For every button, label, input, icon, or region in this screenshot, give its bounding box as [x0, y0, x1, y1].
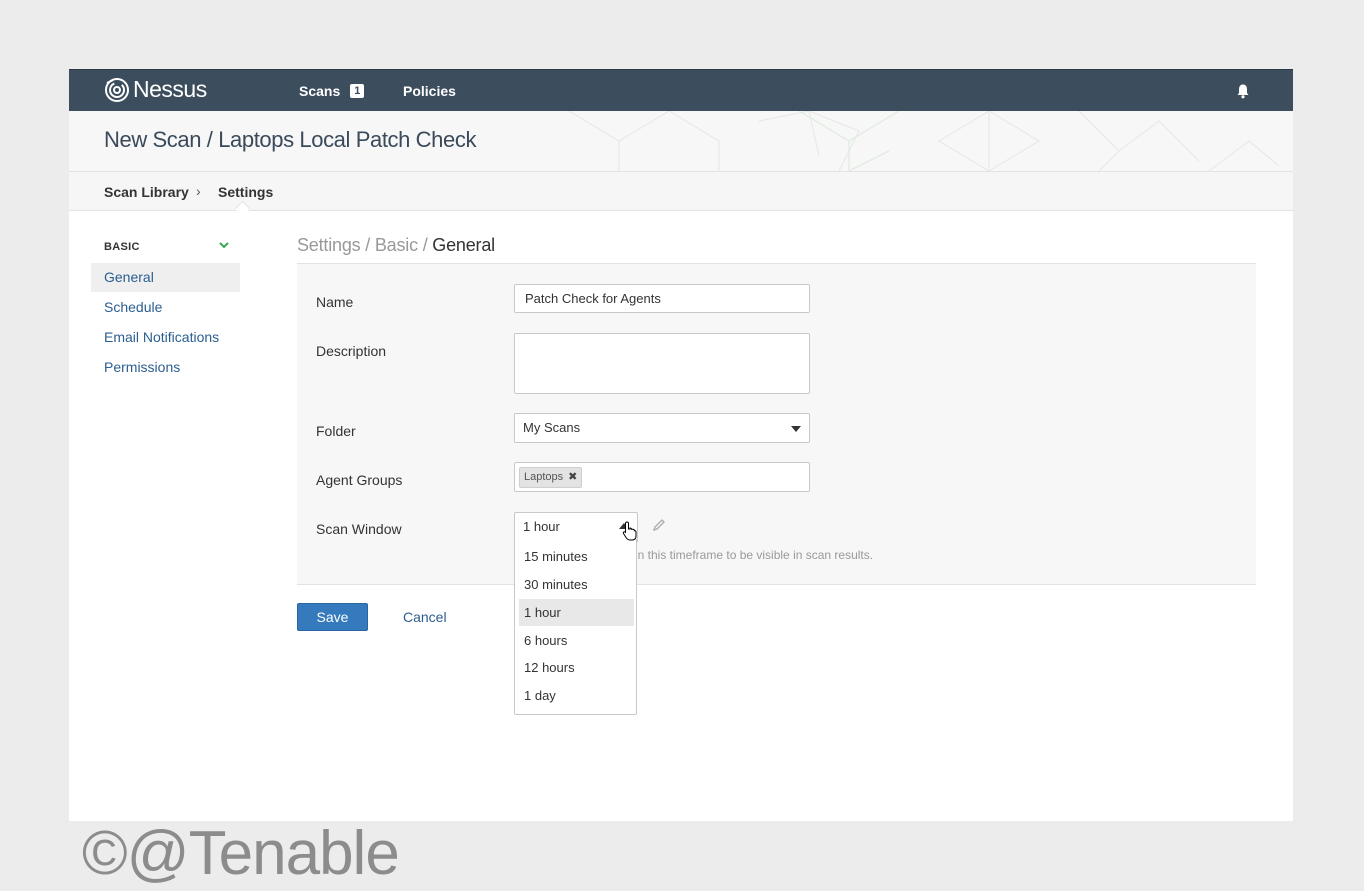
nav-policies[interactable]: Policies	[403, 83, 456, 99]
page-title: New Scan / Laptops Local Patch Check	[104, 127, 477, 152]
breadcrumb-active-pointer	[234, 200, 251, 217]
header-pattern	[568, 111, 1279, 171]
sidebar-section-basic[interactable]: BASIC	[104, 241, 140, 253]
description-textarea[interactable]	[514, 333, 810, 394]
option-30-minutes[interactable]: 30 minutes	[519, 571, 634, 598]
nav-scans[interactable]: Scans 1	[299, 83, 365, 99]
cancel-button[interactable]: Cancel	[403, 609, 447, 625]
scan-window-label: Scan Window	[316, 521, 402, 537]
chevron-down-icon[interactable]	[218, 239, 230, 251]
option-12-hours[interactable]: 12 hours	[519, 654, 634, 681]
description-label: Description	[316, 343, 387, 359]
section-title-settings: Settings	[297, 235, 361, 255]
scan-window-dropdown: 15 minutes 30 minutes 1 hour 6 hours 12 …	[514, 539, 637, 715]
section-title-separator: /	[417, 235, 433, 255]
breadcrumb-settings: Settings	[218, 184, 274, 200]
page-header: New Scan / Laptops Local Patch Check	[69, 111, 1293, 172]
folder-label: Folder	[316, 423, 356, 439]
scan-window-select[interactable]: 1 hour	[514, 512, 638, 542]
remove-tag-icon[interactable]: ✖	[568, 471, 577, 483]
option-1-day[interactable]: 1 day	[519, 682, 634, 709]
caret-down-icon	[791, 426, 801, 432]
nav-policies-label: Policies	[403, 83, 456, 99]
agent-group-tag-label: Laptops	[524, 471, 564, 483]
app-window: Nessus Scans 1 Policies New Scan / Lapto…	[69, 69, 1293, 821]
logo-text: Nessus	[133, 76, 207, 102]
top-navbar: Nessus Scans 1 Policies	[69, 69, 1293, 111]
breadcrumb: Scan Library › Settings	[69, 172, 1293, 217]
breadcrumb-separator: ›	[196, 183, 201, 199]
scan-window-help-text: in this timeframe to be visible in scan …	[635, 548, 874, 562]
notifications-bell-icon[interactable]	[1235, 83, 1251, 99]
folder-selected-value: My Scans	[523, 420, 581, 435]
nessus-logo[interactable]: Nessus	[104, 76, 207, 103]
option-15-minutes[interactable]: 15 minutes	[519, 543, 634, 570]
save-button[interactable]: Save	[297, 603, 368, 631]
watermark: ©@Tenable	[82, 819, 400, 888]
nessus-logo-icon	[105, 77, 129, 102]
option-6-hours[interactable]: 6 hours	[519, 627, 634, 654]
sidebar-item-permissions[interactable]: Permissions	[91, 353, 240, 382]
name-input[interactable]: Patch Check for Agents	[514, 284, 810, 313]
option-1-hour[interactable]: 1 hour	[519, 599, 634, 626]
sidebar-item-general[interactable]: General	[91, 263, 240, 292]
agent-group-tag: Laptops ✖	[519, 467, 583, 488]
folder-select[interactable]: My Scans	[514, 413, 810, 443]
name-label: Name	[316, 294, 354, 310]
hand-cursor-icon	[622, 521, 637, 541]
agent-groups-input[interactable]: Laptops ✖	[514, 462, 810, 492]
scans-count-badge: 1	[350, 84, 365, 98]
general-settings-form: Name Patch Check for Agents Description …	[297, 263, 1256, 585]
section-title-general: General	[432, 235, 495, 255]
nav-scans-label: Scans	[299, 83, 341, 99]
sidebar-item-schedule[interactable]: Schedule	[91, 293, 240, 322]
agent-groups-label: Agent Groups	[316, 472, 403, 488]
breadcrumb-scan-library[interactable]: Scan Library	[104, 184, 189, 200]
section-title: Settings / Basic / General	[297, 235, 495, 256]
scan-window-selected-value: 1 hour	[523, 519, 560, 534]
section-title-basic: Basic	[374, 235, 418, 255]
section-title-separator: /	[360, 235, 375, 255]
edit-pencil-icon[interactable]	[652, 518, 666, 532]
sidebar-item-email-notifications[interactable]: Email Notifications	[91, 323, 240, 352]
